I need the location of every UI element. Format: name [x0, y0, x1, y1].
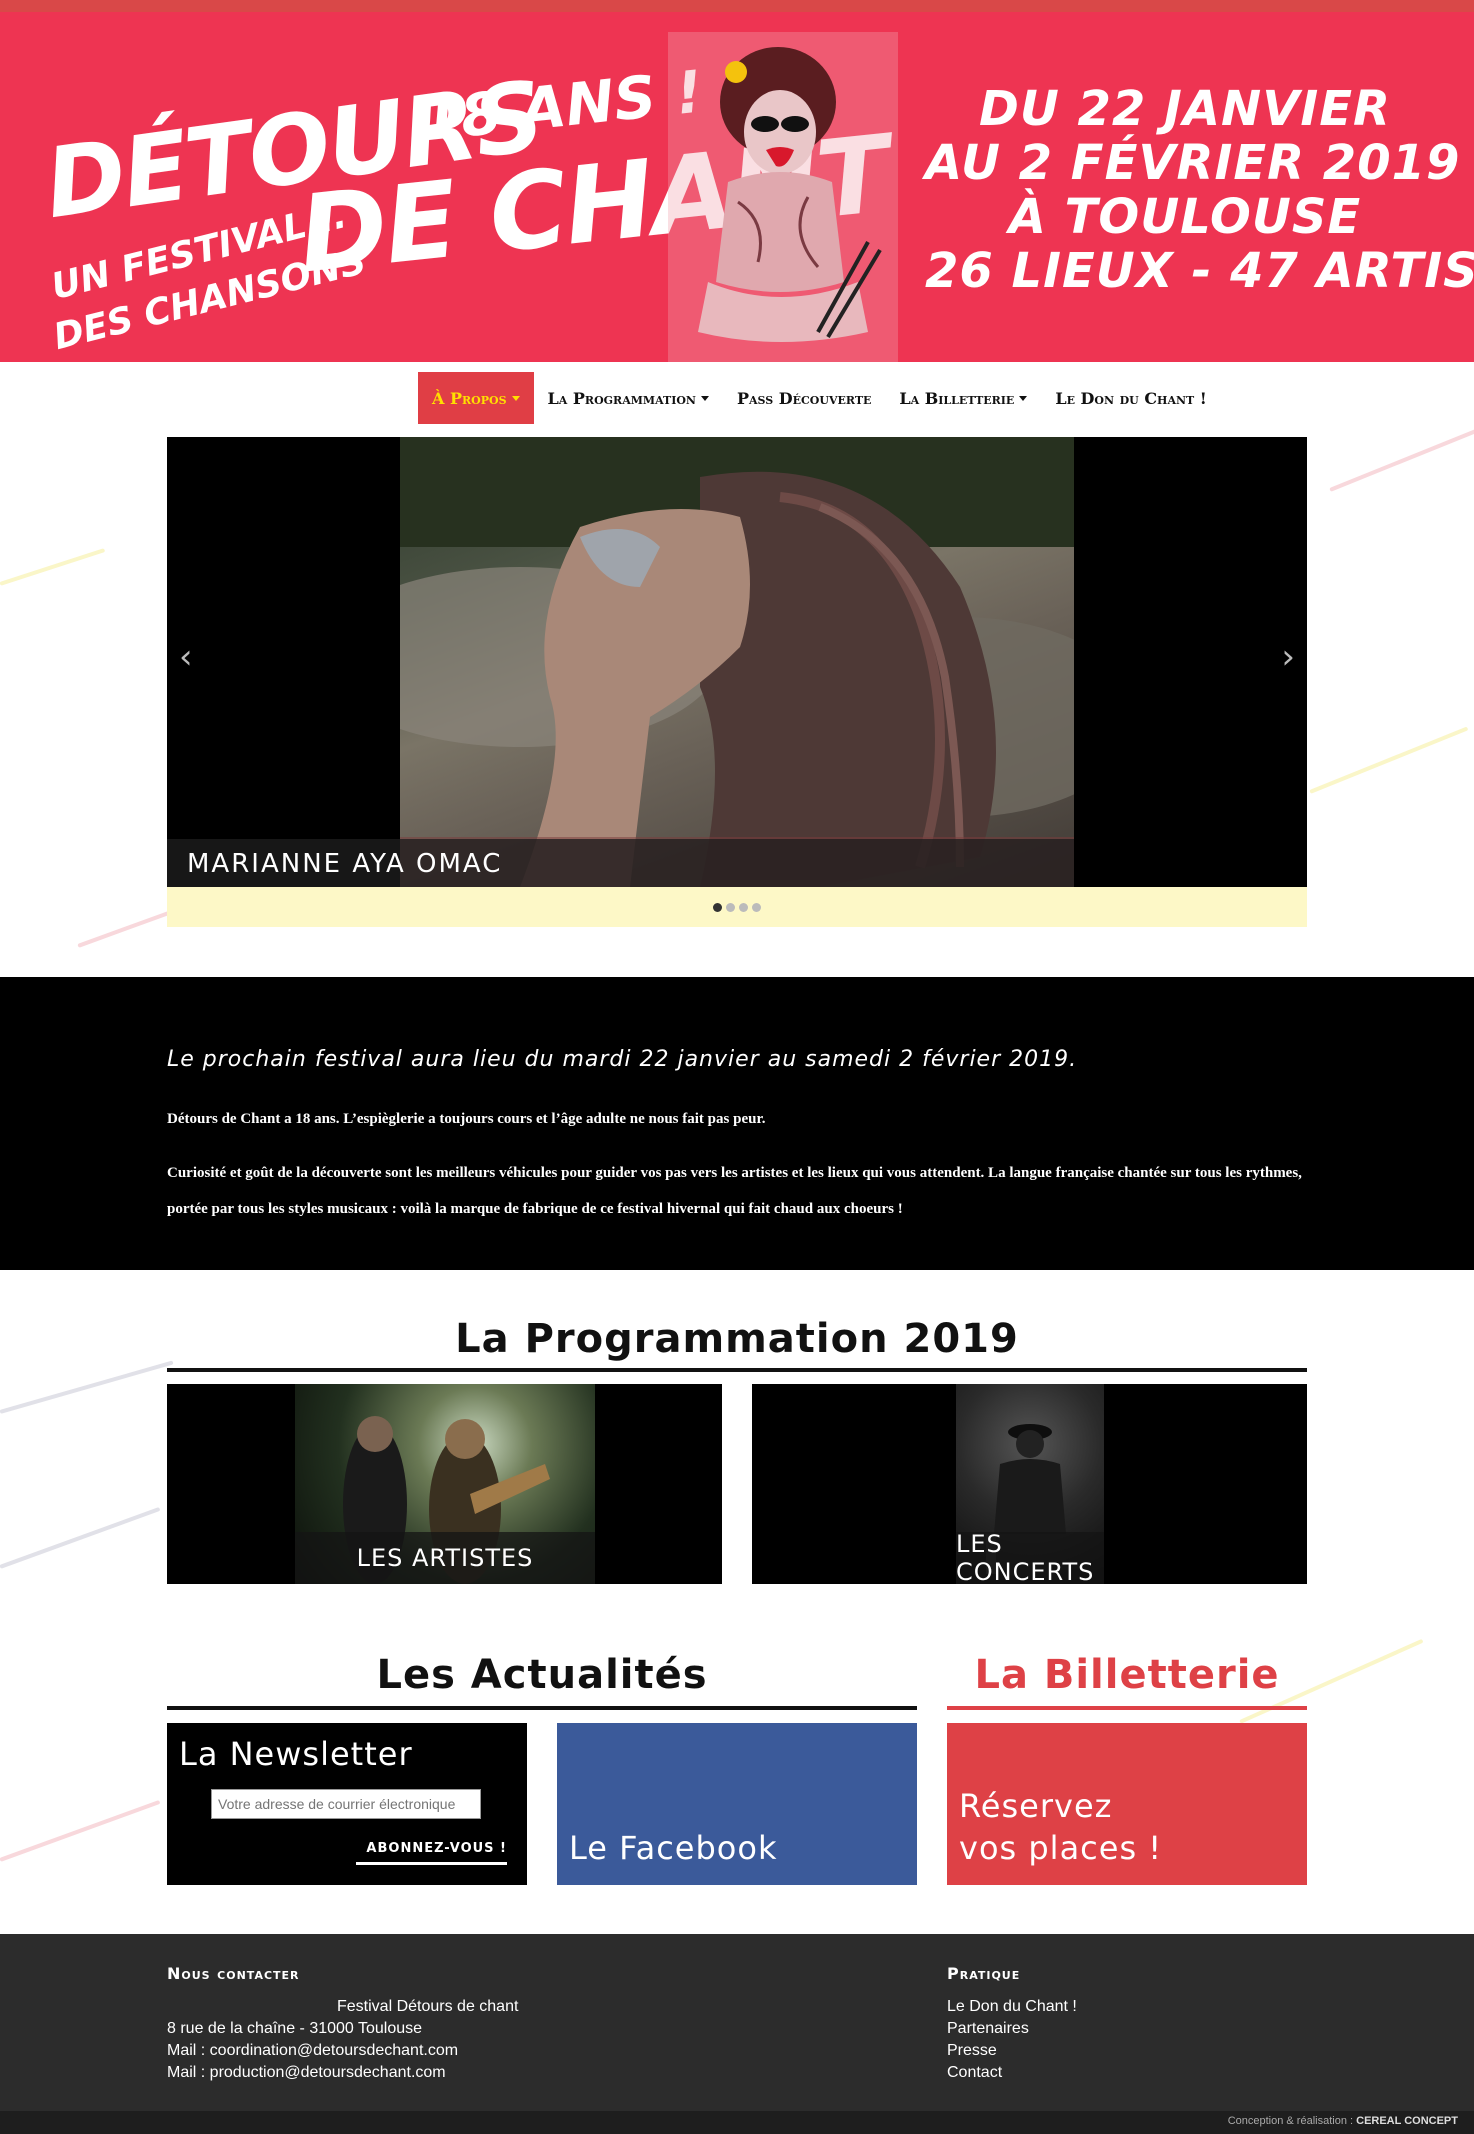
banner-date-line1: DU 22 JANVIER — [979, 81, 1391, 137]
decor-streak — [0, 548, 106, 586]
newsletter-email-input[interactable] — [211, 1789, 481, 1819]
carousel-indicator-4[interactable] — [752, 902, 761, 912]
nav-item-billetterie[interactable]: La Billetterie — [885, 372, 1041, 424]
top-bar — [0, 0, 1474, 12]
card-concerts-label: LES CONCERTS — [956, 1530, 1104, 1584]
carousel-indicator-1[interactable] — [713, 902, 722, 912]
footer-credit-prefix: Conception & réalisation : — [1227, 2115, 1354, 2127]
intro-paragraph-1: Détours de Chant a 18 ans. L’espièglerie… — [167, 1111, 766, 1127]
banner-dates: DU 22 JANVIER AU 2 FÉVRIER 2019 À TOULOU… — [925, 81, 1474, 299]
slide-caption-text: MARIANNE AYA OMAC — [187, 849, 503, 879]
footer-link-contact[interactable]: Contact — [947, 2062, 1002, 2084]
programmation-rule — [167, 1368, 1307, 1372]
banner-illustration — [668, 32, 898, 362]
footer-mail-coordination[interactable]: Mail : coordination@detoursdechant.com — [167, 2040, 458, 2062]
nav-item-programmation[interactable]: La Programmation — [534, 372, 723, 424]
decor-streak — [1329, 428, 1474, 492]
card-les-artistes[interactable]: LES ARTISTES — [167, 1384, 722, 1584]
programmation-title: La Programmation 2019 — [455, 1316, 1019, 1362]
billetterie-rule — [947, 1706, 1307, 1710]
nav-item-label: La Billetterie — [899, 388, 1015, 408]
decor-streak — [77, 909, 173, 948]
footer-address: 8 rue de la chaîne - 31000 Toulouse — [167, 2020, 423, 2037]
actualites-title: Les Actualités — [376, 1652, 708, 1698]
chevron-right-icon[interactable]: › — [1281, 637, 1295, 677]
caret-down-icon — [511, 395, 520, 401]
subscribe-button[interactable]: ABONNEZ-VOUS ! — [356, 1841, 507, 1865]
nav-item-pass-decouverte[interactable]: Pass Découverte — [723, 372, 885, 424]
banner-date-line4: 26 LIEUX - 47 ARTISTES — [925, 243, 1474, 299]
footer-link-partenaires[interactable]: Partenaires — [947, 2018, 1029, 2040]
page: DÉTOURS DE CHANT 18 ANS ! UN FESTIVAL...… — [0, 0, 1474, 2134]
newsletter-title: La Newsletter — [179, 1735, 413, 1773]
nav-item-label: La Programmation — [547, 388, 696, 408]
sub-footer: Conception & réalisation : CEREAL CONCEP… — [0, 2111, 1474, 2134]
billetterie-cta-line2: vos places ! — [959, 1829, 1163, 1867]
decor-streak — [0, 1360, 174, 1414]
billetterie-title: La Billetterie — [974, 1652, 1280, 1698]
decor-streak — [1309, 726, 1469, 794]
footer-credit-link[interactable]: CEREAL CONCEPT — [1356, 2115, 1458, 2127]
facebook-box[interactable]: Le Facebook — [557, 1723, 917, 1885]
chevron-left-icon[interactable]: ‹ — [179, 637, 193, 677]
billetterie-cta-line1: Réservez — [959, 1787, 1113, 1825]
footer-mail-production[interactable]: Mail : production@detoursdechant.com — [167, 2062, 446, 2084]
slide-photo-art — [400, 437, 1074, 887]
intro-section: Le prochain festival aura lieu du mardi … — [0, 977, 1474, 1270]
main-nav: À Propos La Programmation Pass Découvert… — [418, 372, 1221, 424]
nav-item-a-propos[interactable]: À Propos — [418, 372, 534, 424]
footer-credit: Conception & réalisation : CEREAL CONCEP… — [1228, 2115, 1458, 2127]
actualites-rule — [167, 1706, 917, 1710]
card-artistes-label: LES ARTISTES — [295, 1532, 595, 1584]
facebook-title: Le Facebook — [569, 1829, 778, 1867]
decor-streak — [0, 1506, 161, 1569]
billetterie-box[interactable]: Réservez vos places ! — [947, 1723, 1307, 1885]
slide-caption: MARIANNE AYA OMAC — [167, 839, 1074, 887]
caret-down-icon — [1019, 395, 1028, 401]
carousel-indicator-2[interactable] — [726, 902, 735, 912]
carousel-indicator-3[interactable] — [739, 902, 748, 912]
slide-image[interactable] — [400, 437, 1074, 887]
footer-link-presse[interactable]: Presse — [947, 2040, 997, 2062]
nav-item-label: À Propos — [432, 388, 507, 408]
nav-item-label: Pass Découverte — [736, 388, 872, 408]
footer-pratique-heading: Pratique — [947, 1964, 1021, 1983]
nav-item-label: Le Don du Chant ! — [1055, 388, 1207, 408]
footer-org-name: Festival Détours de chant — [337, 1998, 519, 2015]
newsletter-box: La Newsletter ABONNEZ-VOUS ! — [167, 1723, 527, 1885]
nav-item-don-du-chant[interactable]: Le Don du Chant ! — [1041, 372, 1221, 424]
decor-streak — [0, 1799, 161, 1862]
carousel-indicators — [167, 887, 1307, 927]
intro-heading: Le prochain festival aura lieu du mardi … — [167, 1047, 1078, 1072]
caret-down-icon — [700, 395, 709, 401]
banner-date-line2: AU 2 FÉVRIER 2019 — [925, 135, 1461, 191]
hero-carousel[interactable]: MARIANNE AYA OMAC ‹ › — [167, 437, 1307, 887]
footer: Nous contacter Festival Détours de chant… — [0, 1934, 1474, 2111]
footer-contact-heading: Nous contacter — [167, 1964, 300, 1983]
footer-link-don-du-chant[interactable]: Le Don du Chant ! — [947, 1996, 1077, 2018]
banner-date-line3: À TOULOUSE — [1008, 189, 1362, 245]
festival-banner[interactable]: DÉTOURS DE CHANT 18 ANS ! UN FESTIVAL...… — [0, 12, 1474, 362]
card-les-concerts[interactable]: LES CONCERTS — [752, 1384, 1307, 1584]
intro-paragraph-2: Curiosité et goût de la découverte sont … — [167, 1165, 1302, 1217]
